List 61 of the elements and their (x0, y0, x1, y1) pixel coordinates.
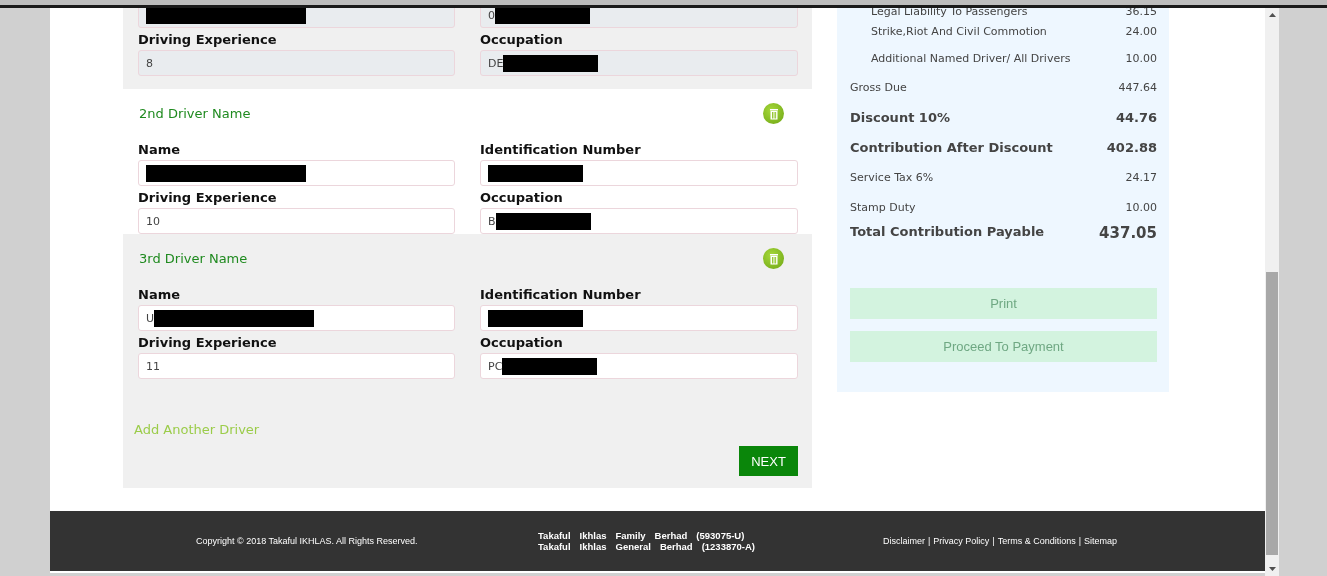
company-text: Family (615, 530, 646, 541)
summary-amount: 437.05 (1099, 224, 1157, 242)
link-separator: | (992, 536, 995, 546)
field-label: Driving Experience (138, 31, 278, 49)
input-field: DE (480, 50, 798, 76)
copyright-text: Copyright © 2018 Takaful IKHLAS. All Rights Reserved. (196, 536, 419, 546)
input-field[interactable]: PC (480, 353, 798, 379)
driver-heading: 3rd Driver Name (139, 251, 248, 266)
company-text: (593075-U) (696, 530, 745, 541)
input-field[interactable]: U (138, 305, 455, 331)
field-label: Occupation (480, 189, 564, 207)
trash-icon (767, 107, 780, 120)
input-field: 8 (138, 50, 455, 76)
company-text: Berhad (659, 541, 693, 552)
link-separator: | (1078, 536, 1082, 546)
summary-label: Discount 10% (850, 109, 950, 125)
input-field[interactable] (480, 160, 798, 186)
input-field: 0 (480, 8, 798, 28)
footer-link[interactable]: Disclaimer (882, 536, 925, 546)
summary-label: Strike,Riot And Civil Commotion (871, 25, 1047, 38)
input-field[interactable] (138, 160, 455, 186)
field-label: Identification Number (480, 286, 642, 304)
input-field[interactable]: B (480, 208, 798, 234)
input-field[interactable]: 10 (138, 208, 455, 234)
field-label: Occupation (480, 31, 564, 49)
field-label: Name (138, 141, 181, 159)
next-button[interactable]: NEXT (739, 446, 798, 476)
input-field[interactable] (480, 305, 798, 331)
company-text: Takaful (538, 541, 571, 552)
summary-label: Service Tax 6% (850, 170, 934, 184)
summary-amount: 402.88 (1106, 139, 1157, 155)
summary-amount: 44.76 (1115, 109, 1157, 125)
summary-amount: 10.00 (1125, 52, 1157, 65)
company-text: Berhad (654, 530, 688, 541)
scrollbar[interactable] (1265, 8, 1279, 576)
input-field[interactable]: 11 (138, 353, 455, 379)
field-label: Identification Number (480, 141, 642, 159)
field-label: Driving Experience (138, 334, 278, 352)
field-label: Driving Experience (138, 189, 278, 207)
footer-link[interactable]: Terms & Conditions (997, 536, 1076, 546)
summary-label: Gross Due (850, 80, 907, 94)
summary-amount: 447.64 (1118, 80, 1157, 94)
summary-label: Additional Named Driver/ All Drivers (871, 52, 1071, 65)
summary-amount: 24.17 (1125, 170, 1157, 184)
company-text: Takaful (538, 530, 571, 541)
link-separator: | (928, 536, 931, 546)
company-text: (1233870-A) (701, 541, 755, 552)
summary-label: Stamp Duty (850, 200, 916, 214)
field-label: Occupation (480, 334, 564, 352)
company-text: Ikhlas (579, 541, 607, 552)
field-label: Name (138, 286, 181, 304)
summary-label: Total Contribution Payable (850, 224, 1045, 239)
trash-icon (767, 252, 780, 265)
summary-label: Contribution After Discount (850, 139, 1053, 155)
driver-heading: 2nd Driver Name (139, 106, 251, 121)
footer-link[interactable]: Sitemap (1084, 536, 1118, 546)
company-text: General (615, 541, 651, 552)
footer-link[interactable]: Privacy Policy (933, 536, 990, 546)
summary-amount: 10.00 (1125, 200, 1157, 214)
company-text: Ikhlas (579, 530, 607, 541)
summary-amount: 24.00 (1125, 25, 1157, 38)
